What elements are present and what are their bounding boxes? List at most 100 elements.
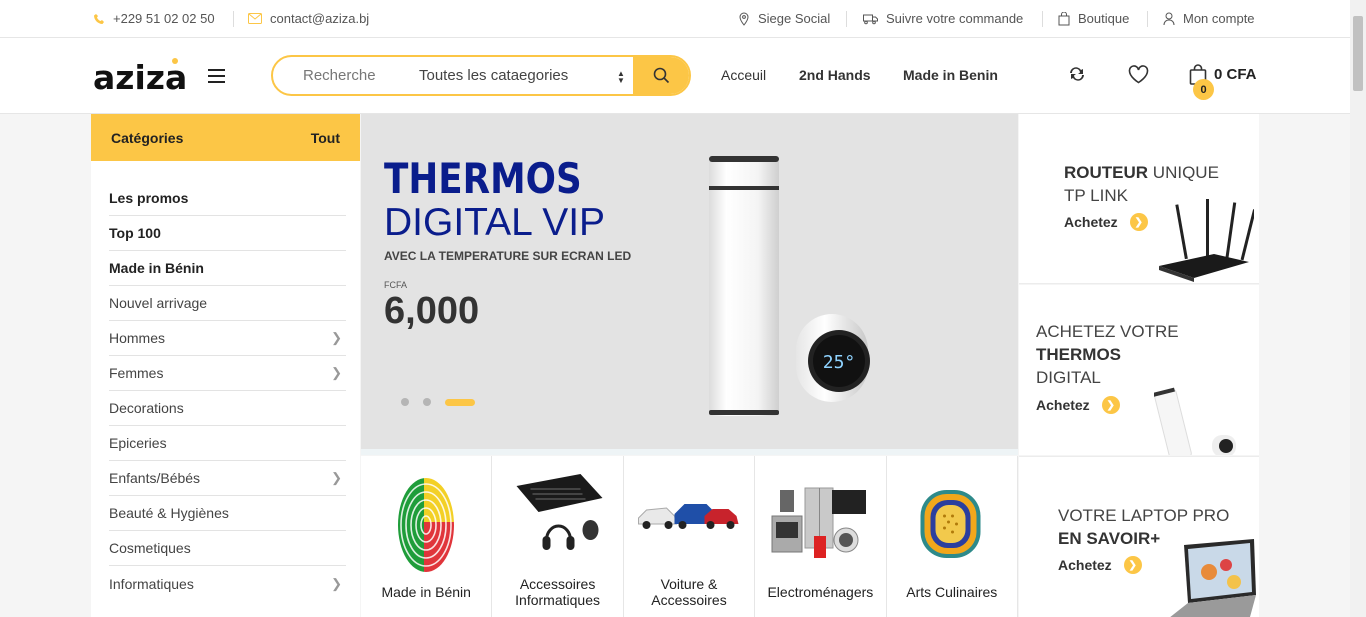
appliances-image [771,487,867,558]
mail-icon [248,13,262,24]
category-item[interactable]: Made in Bénin [109,251,346,286]
tile-voiture-accessoires[interactable]: Voiture & Accessoires [623,456,756,617]
compare-icon[interactable] [1067,65,1087,83]
thermos-thumbnail-image [1154,387,1236,455]
promo-thermos[interactable]: ACHETEZ VOTRE THERMOS DIGITAL Achetez ❯ [1019,285,1259,455]
colander-image [920,490,981,558]
category-label: Epiceries [109,435,167,451]
promo-thermos-cta[interactable]: Achetez ❯ [1036,396,1120,414]
chevron-right-icon: ❯ [331,470,342,485]
category-item[interactable]: Femmes ❯ [109,356,346,391]
nav-accueil[interactable]: Acceuil [721,67,766,83]
scrollbar-thumb[interactable] [1353,16,1363,91]
tile-label: Accessoires Informatiques [515,576,600,608]
category-list: Les promos Top 100 Made in Bénin Nouvel arr… [91,181,360,601]
account-link[interactable]: Mon compte [1163,11,1255,26]
phone-contact[interactable]: +229 51 02 02 50 [93,11,215,26]
promo-thermos-line3: DIGITAL [1036,368,1101,387]
cta-label: Achetez [1064,214,1118,230]
phone-number: +229 51 02 02 50 [113,11,215,26]
nav-2nd-hands[interactable]: 2nd Hands [799,67,871,83]
logo-dot [172,58,178,64]
category-item[interactable]: Decorations [109,391,346,426]
carousel-dot[interactable] [401,398,409,406]
category-item[interactable]: Beauté & Hygiènes [109,496,346,531]
arrow-right-icon: ❯ [1129,213,1148,231]
category-item[interactable]: Cosmetiques [109,531,346,566]
tile-electromenagers[interactable]: Electroménagers [755,456,887,617]
banner-currency: FCFA [384,280,408,290]
category-item[interactable]: Enfants/Bébés ❯ [109,461,346,496]
promo-thermos-line1: ACHETEZ VOTRE [1036,322,1179,341]
menu-icon[interactable] [208,69,225,83]
email-contact[interactable]: contact@aziza.bj [248,11,369,26]
phone-icon [94,13,104,24]
tile-label: Made in Bénin [381,584,471,600]
cta-label: Achetez [1058,557,1112,573]
search-icon [653,67,669,84]
divider [1147,11,1148,27]
boutique-label: Boutique [1078,11,1130,26]
divider [233,11,234,27]
categories-sidebar: Catégories Tout Les promos Top 100 Made in… [91,114,360,617]
carousel-dots [401,398,475,406]
banner-title: THERMOS [384,154,582,203]
banner-subtitle: AVEC LA TEMPERATURE SUR ECRAN LED [384,249,632,263]
category-select[interactable]: Toutes les cataegories [419,67,568,84]
select-arrows-icon: ▲ ▼ [617,69,625,85]
category-label: Beauté & Hygiènes [109,505,229,521]
carousel-dot-active[interactable] [445,398,475,406]
main-header: aziza Recherche Toutes les cataegories ▲… [0,38,1350,114]
truck-icon [863,14,878,24]
thermos-product-image: 25° [709,156,870,416]
category-label: Nouvel arrivage [109,295,208,311]
keyboard-headphones-image [516,474,603,550]
nav-made-in-benin[interactable]: Made in Benin [903,67,998,83]
tile-arts-culinaires[interactable]: Arts Culinaires [886,456,1018,617]
chevron-right-icon: ❯ [331,575,342,591]
category-item[interactable]: Hommes ❯ [109,321,346,356]
category-item[interactable]: Informatiques ❯ [109,566,346,601]
wishlist-heart-icon[interactable] [1128,65,1149,84]
categories-header: Catégories Tout [91,114,360,161]
tile-accessoires-informatiques[interactable]: Accessoires Informatiques [492,456,624,617]
promo-router-line2: TP LINK [1064,186,1128,205]
divider [846,11,847,27]
promo-laptop-line1: VOTRE LAPTOP PRO [1058,506,1230,525]
chevron-right-icon: ❯ [331,365,342,380]
tile-label: Electroménagers [767,584,874,600]
search-input[interactable]: Recherche [303,67,376,84]
cart-count-badge: 0 [1193,79,1214,100]
boutique-link[interactable]: Boutique [1058,11,1129,26]
promo-router-cta[interactable]: Achetez ❯ [1064,213,1148,231]
account-label: Mon compte [1183,11,1255,26]
router-product-image [1159,199,1254,282]
promo-router[interactable]: ROUTEUR UNIQUE TP LINK Achetez ❯ [1019,114,1259,284]
svg-text:25°: 25° [823,352,856,373]
cta-label: Achetez [1036,397,1090,413]
promo-laptop[interactable]: VOTRE LAPTOP PRO EN SAVOIR+ Achetez ❯ [1019,456,1259,617]
laptop-product-image [1170,539,1256,617]
siege-social-link[interactable]: Siege Social [738,11,830,26]
top-bar: +229 51 02 02 50 contact@aziza.bj Siege … [0,0,1350,38]
carousel-dot[interactable] [423,398,431,406]
category-label: Informatiques [109,575,194,592]
all-categories-link[interactable]: Tout [311,130,340,146]
location-pin-icon [739,11,749,26]
track-order-link[interactable]: Suivre votre commande [863,11,1023,26]
track-order-label: Suivre votre commande [886,11,1024,26]
hero-banner[interactable]: THERMOS DIGITAL VIP AVEC LA TEMPERATURE … [361,114,1018,449]
category-item[interactable]: Epiceries [109,426,346,461]
category-label: Decorations [109,400,184,416]
category-item[interactable]: Les promos [109,181,346,216]
promo-laptop-cta[interactable]: Achetez ❯ [1058,556,1142,574]
banner-title-line2: DIGITAL VIP [384,201,606,244]
page-scrollbar[interactable] [1350,0,1366,617]
tile-made-in-benin[interactable]: Made in Bénin [361,456,493,617]
category-item[interactable]: Top 100 [109,216,346,251]
category-tiles: Made in Bénin Accessoires Informatiques … [361,456,1018,617]
cart-total[interactable]: 0 CFA [1214,66,1257,83]
category-item[interactable]: Nouvel arrivage [109,286,346,321]
search-button[interactable] [633,57,689,94]
tile-label: Arts Culinaires [906,584,998,600]
